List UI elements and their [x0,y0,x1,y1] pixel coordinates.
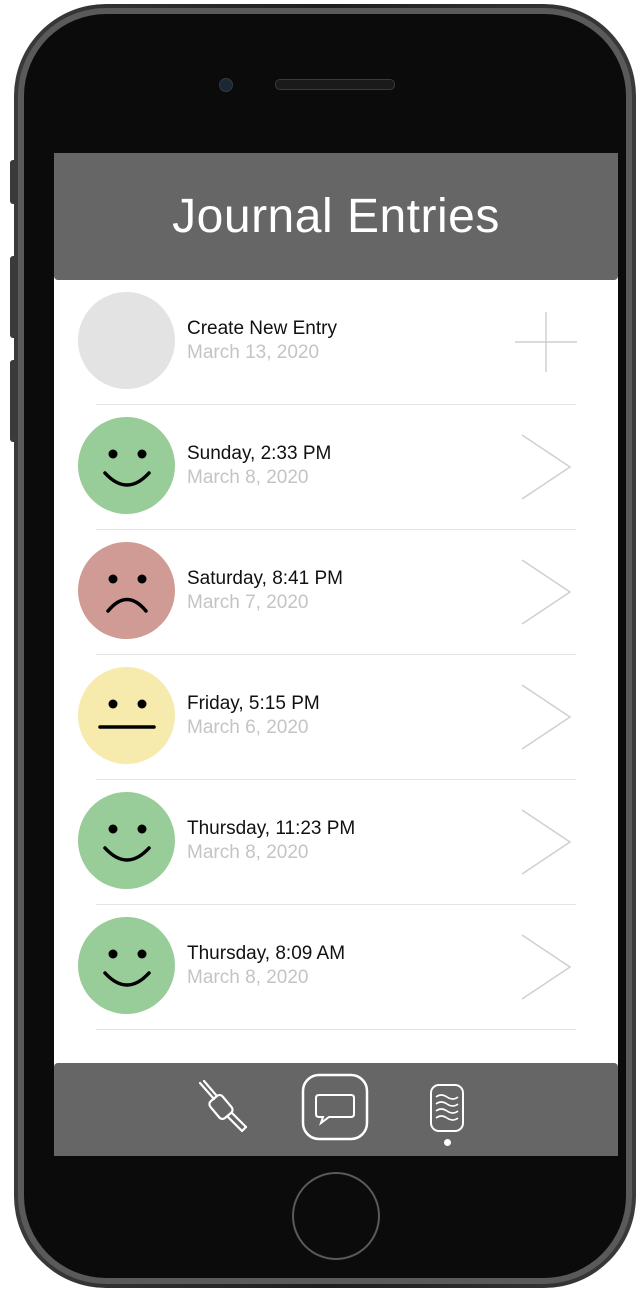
volume-up-button [10,256,18,338]
entry-list: Create New Entry March 13, 2020 Sunday, … [54,280,618,1030]
tab-bar [54,1063,618,1156]
phone-waves-icon[interactable] [429,1083,465,1133]
empty-mood-circle [78,292,175,389]
earpiece-speaker [275,79,395,90]
entry-date: March 8, 2020 [187,467,309,488]
entry-title: Create New Entry [187,318,337,339]
entry-row[interactable]: Saturday, 8:41 PM March 7, 2020 [54,530,618,655]
entry-title: Saturday, 8:41 PM [187,568,343,589]
home-button[interactable] [292,1172,380,1260]
entry-title: Thursday, 8:09 AM [187,943,346,964]
sad-face-icon [78,542,175,639]
entry-title: Sunday, 2:33 PM [187,443,332,464]
chevron-right-icon[interactable] [514,933,578,1001]
plus-icon[interactable] [514,308,578,376]
entry-date: March 6, 2020 [187,717,309,738]
row-divider [96,1029,576,1030]
entry-date: March 8, 2020 [187,842,309,863]
entry-date: March 7, 2020 [187,592,309,613]
happy-face-icon [78,417,175,514]
chat-bubble-icon[interactable] [301,1073,369,1141]
front-camera [219,78,233,92]
app-screen: Journal Entries Create New Entry March 1… [54,153,618,1156]
page-title: Journal Entries [172,190,500,243]
create-entry-row[interactable]: Create New Entry March 13, 2020 [54,280,618,405]
chevron-right-icon[interactable] [514,683,578,751]
happy-face-icon [78,792,175,889]
page-indicator-dot [444,1139,451,1146]
volume-down-button [10,360,18,442]
entry-row[interactable]: Thursday, 8:09 AM March 8, 2020 [54,905,618,1030]
chevron-right-icon[interactable] [514,433,578,501]
chevron-right-icon[interactable] [514,808,578,876]
entry-row[interactable]: Friday, 5:15 PM March 6, 2020 [54,655,618,780]
neutral-face-icon [78,667,175,764]
entry-date: March 8, 2020 [187,967,309,988]
mood-circle [78,292,175,389]
chevron-right-icon[interactable] [514,558,578,626]
happy-face-icon [78,917,175,1014]
entry-row[interactable]: Thursday, 11:23 PM March 8, 2020 [54,780,618,905]
mute-switch [10,160,18,204]
entry-row[interactable]: Sunday, 2:33 PM March 8, 2020 [54,405,618,530]
header: Journal Entries [54,153,618,280]
entry-date: March 13, 2020 [187,342,320,363]
entry-title: Thursday, 11:23 PM [187,818,356,839]
connector-icon[interactable] [196,1079,248,1135]
entry-title: Friday, 5:15 PM [187,693,320,714]
